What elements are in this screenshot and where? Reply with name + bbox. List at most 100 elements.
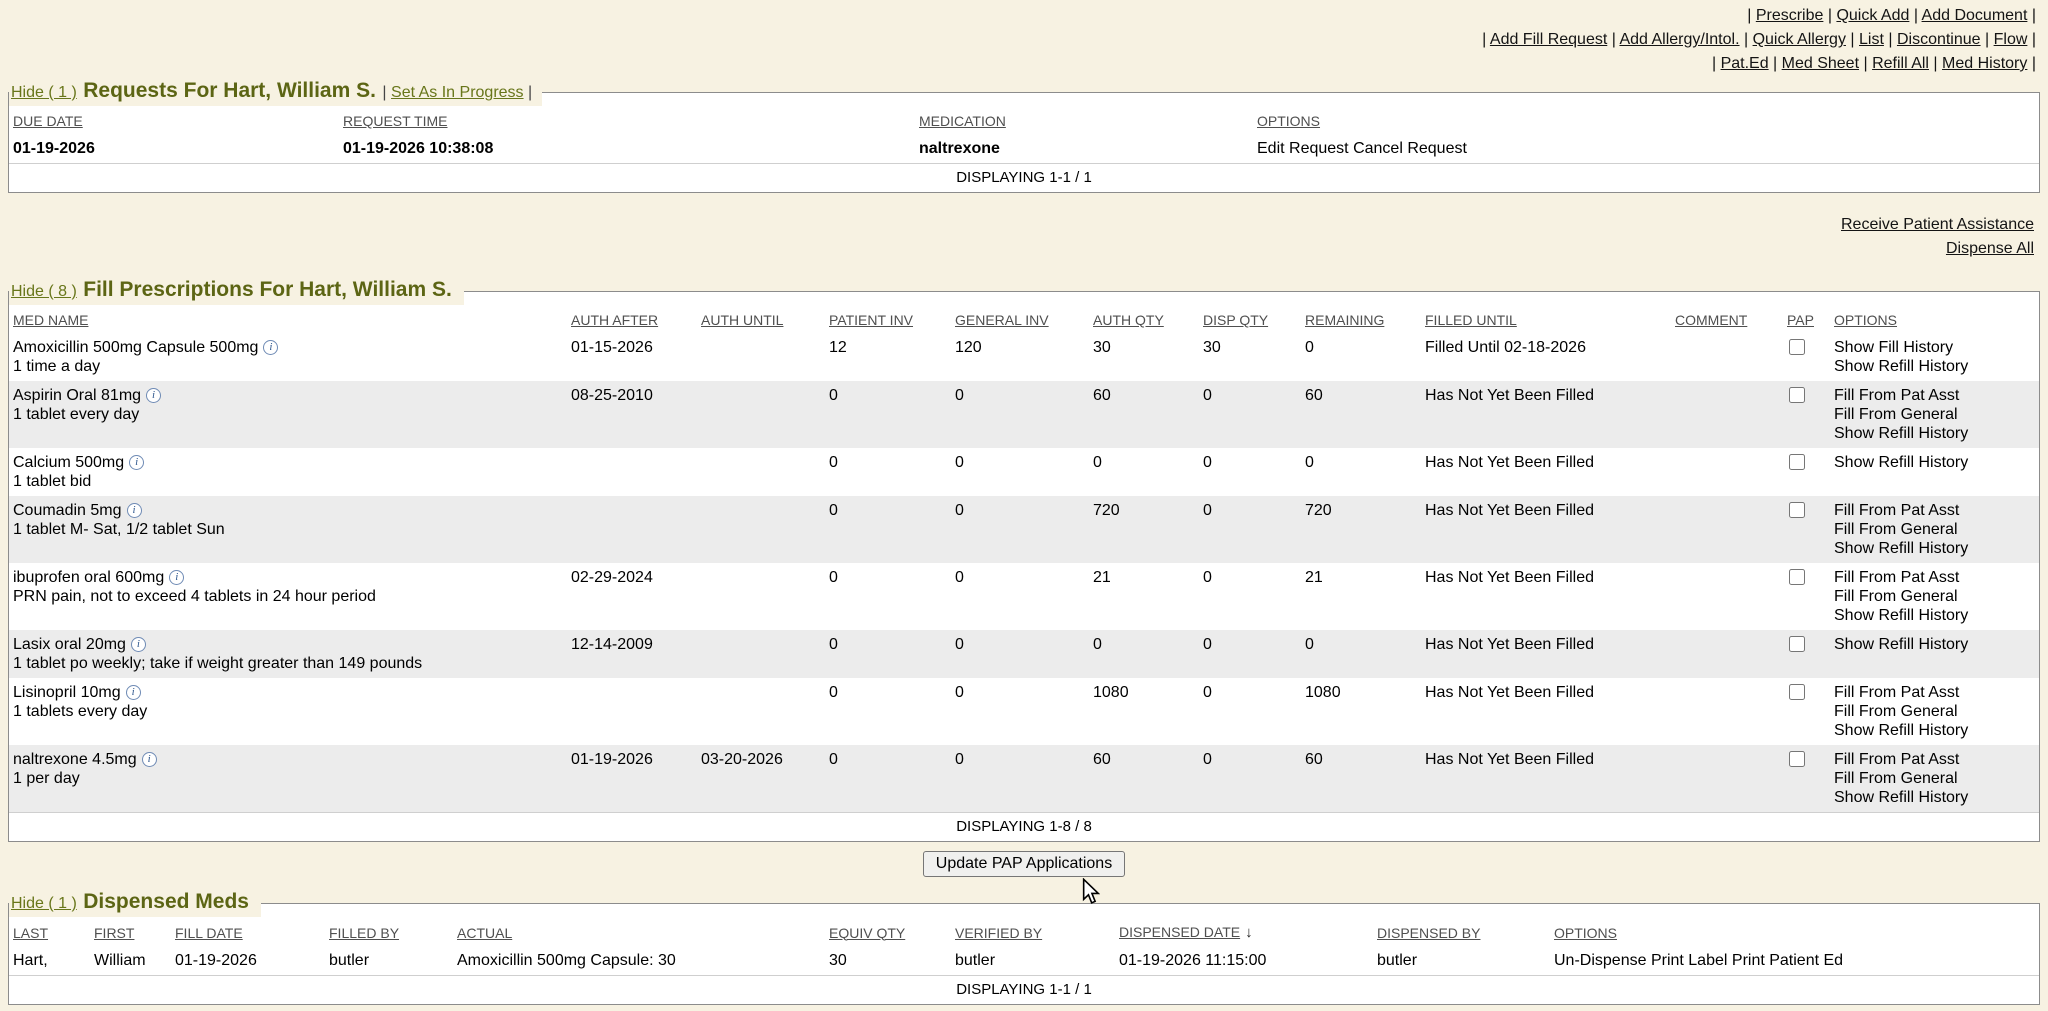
column-header-fill-date[interactable]: FILL DATE [171, 917, 325, 946]
top-nav-link[interactable]: Add Document [1922, 7, 2028, 24]
column-header-medication[interactable]: MEDICATION [915, 106, 1253, 134]
comment-cell [1671, 496, 1783, 563]
fill-option-link[interactable]: Show Fill History [1834, 338, 2035, 357]
pap-checkbox[interactable] [1789, 454, 1805, 470]
fill-option-link[interactable]: Show Refill History [1834, 721, 2035, 740]
fill-option-link[interactable]: Show Refill History [1834, 424, 2035, 443]
fill-option-link[interactable]: Fill From Pat Asst [1834, 386, 2035, 405]
fill-option-link[interactable]: Fill From Pat Asst [1834, 683, 2035, 702]
fill-option-link[interactable]: Fill From Pat Asst [1834, 750, 2035, 769]
top-nav-link[interactable]: Refill All [1872, 55, 1929, 72]
column-header-request-time[interactable]: REQUEST TIME [339, 106, 915, 134]
column-header-label: GENERAL INV [955, 312, 1049, 328]
info-icon[interactable]: i [263, 340, 278, 355]
hide-fill-prescriptions-link[interactable]: Hide ( 8 ) [11, 283, 77, 300]
fill-option-link[interactable]: Show Refill History [1834, 606, 2035, 625]
fill-option-link[interactable]: Show Refill History [1834, 788, 2035, 807]
column-header-dispensed-date[interactable]: DISPENSED DATE↓ [1115, 917, 1373, 946]
auth-qty-cell: 720 [1089, 496, 1199, 563]
update-pap-applications-button[interactable]: Update PAP Applications [923, 851, 1125, 877]
column-header-general-inv[interactable]: GENERAL INV [951, 305, 1089, 333]
top-nav-link[interactable]: Prescribe [1756, 7, 1824, 24]
request-option-link[interactable]: Cancel Request [1353, 140, 1467, 157]
info-icon[interactable]: i [127, 503, 142, 518]
column-header-pap[interactable]: PAP [1783, 305, 1830, 333]
column-header-comment[interactable]: COMMENT [1671, 305, 1783, 333]
fill-option-link[interactable]: Fill From Pat Asst [1834, 501, 2035, 520]
column-header-actual[interactable]: ACTUAL [453, 917, 825, 946]
fill-option-link[interactable]: Fill From General [1834, 702, 2035, 721]
column-header-auth-until[interactable]: AUTH UNTIL [697, 305, 825, 333]
receive-patient-assistance-link[interactable]: Receive Patient Assistance [1841, 216, 2034, 233]
info-icon[interactable]: i [146, 388, 161, 403]
column-header-last[interactable]: LAST [9, 917, 90, 946]
fill-option-link[interactable]: Show Refill History [1834, 357, 2035, 376]
top-nav-link[interactable]: Flow [1994, 31, 2028, 48]
comment-cell [1671, 630, 1783, 678]
hide-requests-link[interactable]: Hide ( 1 ) [11, 84, 77, 101]
dispense-all-link[interactable]: Dispense All [1946, 240, 2034, 257]
column-header-med-name[interactable]: MED NAME [9, 305, 567, 333]
med-name-cell: Lisinopril 10mgi1 tablets every day [9, 678, 567, 745]
column-header-dispensed-by[interactable]: DISPENSED BY [1373, 917, 1550, 946]
column-header-options[interactable]: OPTIONS [1830, 305, 2039, 333]
top-nav-row: | Pat.Ed | Med Sheet | Refill All | Med … [0, 52, 2036, 76]
pap-checkbox[interactable] [1789, 387, 1805, 403]
pap-checkbox[interactable] [1789, 569, 1805, 585]
info-icon[interactable]: i [142, 752, 157, 767]
set-as-in-progress-link[interactable]: Set As In Progress [391, 84, 524, 101]
top-nav-link[interactable]: Discontinue [1897, 31, 1981, 48]
column-header-remaining[interactable]: REMAINING [1301, 305, 1421, 333]
column-header-options[interactable]: OPTIONS [1253, 106, 2039, 134]
info-icon[interactable]: i [131, 637, 146, 652]
fill-option-link[interactable]: Show Refill History [1834, 539, 2035, 558]
sort-descending-icon[interactable]: ↓ [1245, 924, 1253, 941]
column-header-equiv-qty[interactable]: EQUIV QTY [825, 917, 951, 946]
dispensed-option-link[interactable]: Un-Dispense [1554, 952, 1646, 969]
fill-option-link[interactable]: Fill From General [1834, 405, 2035, 424]
info-icon[interactable]: i [129, 455, 144, 470]
pap-checkbox[interactable] [1789, 636, 1805, 652]
hide-dispensed-meds-link[interactable]: Hide ( 1 ) [11, 895, 77, 912]
fill-option-link[interactable]: Show Refill History [1834, 453, 2035, 472]
pap-checkbox[interactable] [1789, 751, 1805, 767]
top-nav-link[interactable]: Med History [1942, 55, 2027, 72]
column-header-filled-until[interactable]: FILLED UNTIL [1421, 305, 1671, 333]
med-directions: 1 tablet po weekly; take if weight great… [13, 654, 563, 673]
column-header-options[interactable]: OPTIONS [1550, 917, 2039, 946]
column-header-first[interactable]: FIRST [90, 917, 171, 946]
column-header-filled-by[interactable]: FILLED BY [325, 917, 453, 946]
column-header-due-date[interactable]: DUE DATE [9, 106, 339, 134]
fill-option-link[interactable]: Fill From General [1834, 769, 2035, 788]
pap-cell [1783, 563, 1830, 630]
info-icon[interactable]: i [126, 685, 141, 700]
pap-checkbox[interactable] [1789, 684, 1805, 700]
pap-checkbox[interactable] [1789, 339, 1805, 355]
fill-option-link[interactable]: Fill From General [1834, 520, 2035, 539]
column-header-auth-qty[interactable]: AUTH QTY [1089, 305, 1199, 333]
column-header-patient-inv[interactable]: PATIENT INV [825, 305, 951, 333]
pap-checkbox[interactable] [1789, 502, 1805, 518]
med-name: Aspirin Oral 81mg [13, 387, 141, 404]
dispensed-option-link[interactable]: Print Patient Ed [1732, 952, 1843, 969]
column-header-auth-after[interactable]: AUTH AFTER [567, 305, 697, 333]
top-nav-link[interactable]: Add Fill Request [1490, 31, 1607, 48]
column-header-verified-by[interactable]: VERIFIED BY [951, 917, 1115, 946]
fill-option-link[interactable]: Fill From Pat Asst [1834, 568, 2035, 587]
top-nav-link[interactable]: Med Sheet [1782, 55, 1859, 72]
dispensed-option-link[interactable]: Print Label [1651, 952, 1728, 969]
top-nav-link[interactable]: List [1859, 31, 1884, 48]
fill-header-row: MED NAMEAUTH AFTERAUTH UNTILPATIENT INVG… [9, 305, 2039, 333]
request-option-link[interactable]: Edit Request [1257, 140, 1349, 157]
fill-option-link[interactable]: Show Refill History [1834, 635, 2035, 654]
top-nav-link[interactable]: Quick Allergy [1753, 31, 1846, 48]
top-nav-link[interactable]: Add Allergy/Intol. [1619, 31, 1739, 48]
info-icon[interactable]: i [169, 570, 184, 585]
comment-cell [1671, 448, 1783, 496]
column-header-label: AUTH QTY [1093, 312, 1164, 328]
top-nav-link[interactable]: Quick Add [1836, 7, 1909, 24]
dispensed-header-row: LASTFIRSTFILL DATEFILLED BYACTUALEQUIV Q… [9, 917, 2039, 946]
top-nav-link[interactable]: Pat.Ed [1721, 55, 1769, 72]
fill-option-link[interactable]: Fill From General [1834, 587, 2035, 606]
column-header-disp-qty[interactable]: DISP QTY [1199, 305, 1301, 333]
